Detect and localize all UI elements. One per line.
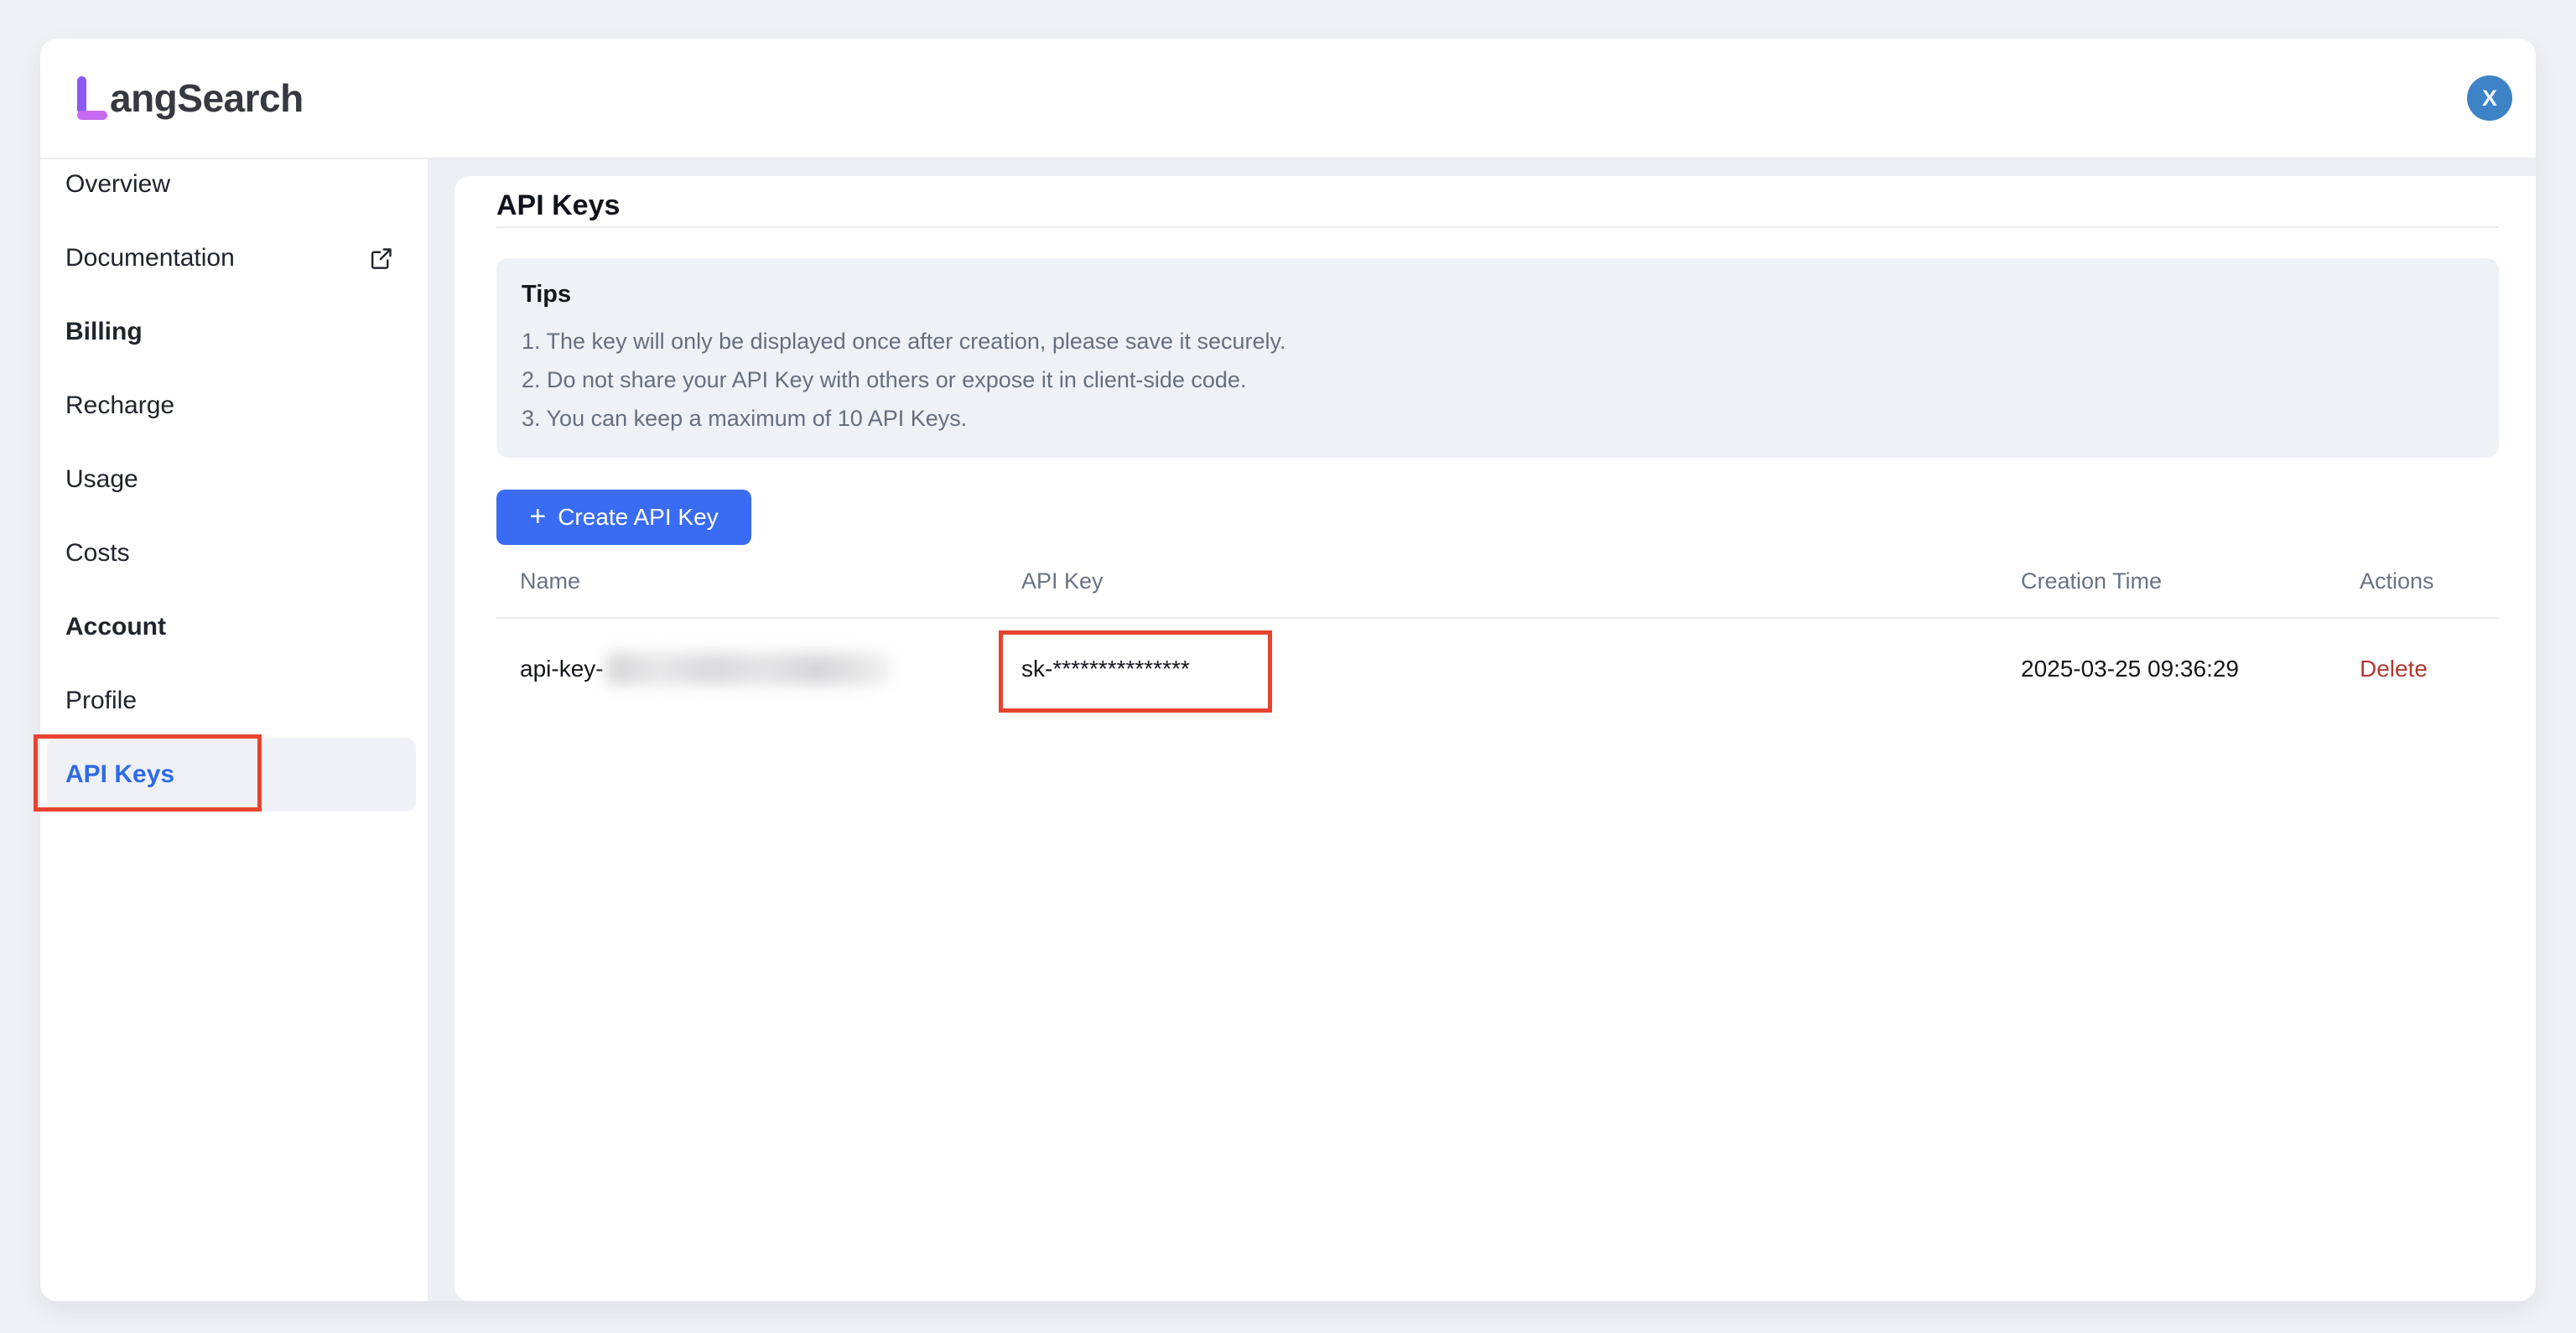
delete-key-link[interactable]: Delete xyxy=(2360,656,2428,682)
create-api-key-button[interactable]: + Create API Key xyxy=(496,490,751,545)
page-title: API Keys xyxy=(496,176,2499,226)
sidebar-item-usage[interactable]: Usage xyxy=(40,443,428,516)
sidebar-item-costs[interactable]: Costs xyxy=(40,516,428,590)
sidebar-item-recharge[interactable]: Recharge xyxy=(40,369,428,443)
api-keys-table: Name API Key Creation Time Actions api-k… xyxy=(496,545,2499,719)
sidebar-section-account: Account xyxy=(40,590,428,664)
cell-creation-time: 2025-03-25 09:36:29 xyxy=(1997,656,2336,682)
cell-key-name: api-key- xyxy=(496,653,998,685)
table-row: api-key- sk-*************** 2025-03-25 0… xyxy=(496,619,2499,719)
column-header-name: Name xyxy=(496,568,998,594)
title-divider xyxy=(496,226,2499,228)
logo-wordmark: angSearch xyxy=(110,75,304,121)
app-window: angSearch X Overview Documentation B xyxy=(40,39,2536,1301)
top-header: angSearch X xyxy=(40,39,2536,159)
plus-icon: + xyxy=(529,502,546,531)
sidebar: Overview Documentation Billing Recharge xyxy=(40,159,428,1301)
table-header-row: Name API Key Creation Time Actions xyxy=(496,545,2499,619)
column-header-creation-time: Creation Time xyxy=(1997,568,2336,594)
main-region: API Keys Tips 1. The key will only be di… xyxy=(428,159,2536,1301)
column-header-api-key: API Key xyxy=(998,568,1997,594)
column-header-actions: Actions xyxy=(2336,568,2499,594)
sidebar-section-billing: Billing xyxy=(40,295,428,369)
sidebar-item-overview[interactable]: Overview xyxy=(40,148,428,221)
cell-api-key-masked: sk-*************** xyxy=(998,656,1997,682)
tip-item: 3. You can keep a maximum of 10 API Keys… xyxy=(522,399,2474,438)
langsearch-logo: angSearch xyxy=(74,75,304,122)
tips-title: Tips xyxy=(522,281,2474,309)
sidebar-item-api-keys[interactable]: API Keys xyxy=(47,738,416,812)
tip-item: 1. The key will only be displayed once a… xyxy=(522,322,2474,360)
tips-box: Tips 1. The key will only be displayed o… xyxy=(496,258,2499,458)
content-panel: API Keys Tips 1. The key will only be di… xyxy=(454,176,2536,1301)
user-avatar[interactable]: X xyxy=(2467,75,2512,121)
tip-item: 2. Do not share your API Key with others… xyxy=(522,360,2474,399)
external-link-icon xyxy=(368,246,394,272)
sidebar-item-profile[interactable]: Profile xyxy=(40,664,428,738)
sidebar-item-documentation[interactable]: Documentation xyxy=(40,221,428,295)
redacted-name-blur xyxy=(607,653,889,685)
logo-l-icon xyxy=(74,76,109,122)
